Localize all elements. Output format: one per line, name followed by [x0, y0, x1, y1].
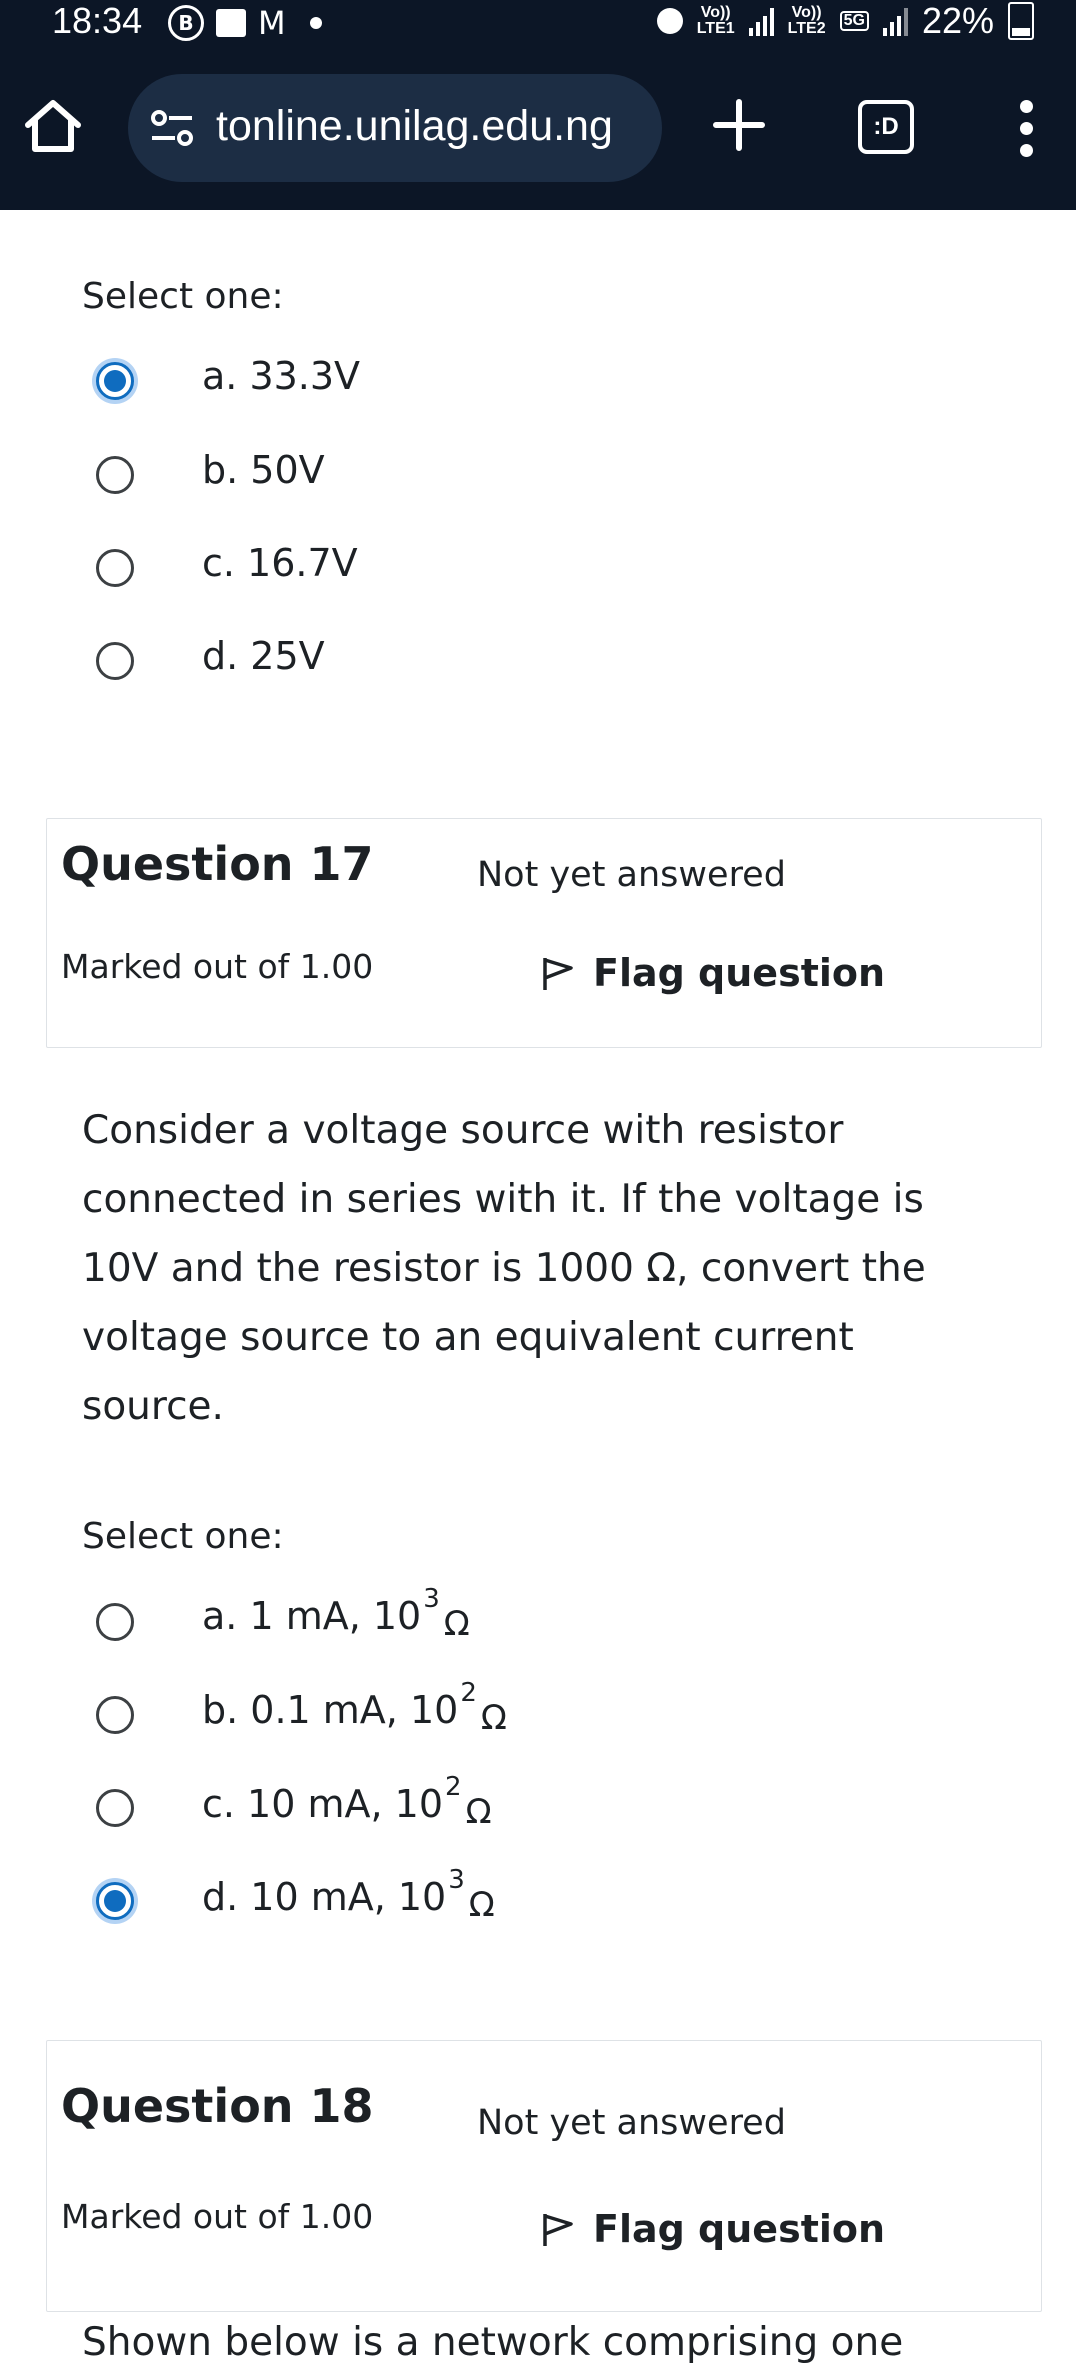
- q17-select-one-label: Select one:: [82, 1516, 284, 1557]
- q17-option-d-text: d. 10 mA, 10: [202, 1875, 447, 1919]
- b-notification-icon: B: [168, 5, 204, 41]
- prev-option-b-radio[interactable]: [96, 456, 134, 494]
- q17-option-c-radio[interactable]: [96, 1789, 134, 1827]
- lte2-label: Vo)) LTE2: [787, 4, 826, 37]
- lte1-label: Vo)) LTE1: [696, 4, 735, 37]
- gallery-notification-icon: [216, 9, 246, 37]
- q17-option-c-text: c. 10 mA, 10: [202, 1782, 444, 1826]
- q17-option-d-radio[interactable]: [96, 1882, 134, 1920]
- more-menu-icon[interactable]: [1010, 100, 1042, 158]
- q17-option-a-radio[interactable]: [96, 1603, 134, 1641]
- q17-option-d-label[interactable]: d. 10 mA, 103Ω: [202, 1865, 495, 1925]
- status-right-icons: Vo)) LTE1 Vo)) LTE2 5G 22%: [656, 0, 1034, 42]
- status-time: 18:34: [52, 0, 143, 41]
- question-17-title: Question 17: [61, 837, 374, 891]
- tab-switcher-button[interactable]: :D: [858, 100, 914, 154]
- question-17-info: Question 17 Not yet answered Marked out …: [46, 818, 1042, 1048]
- q17-option-c-label[interactable]: c. 10 mA, 102Ω: [202, 1772, 492, 1832]
- q17-option-b-label[interactable]: b. 0.1 mA, 102Ω: [202, 1678, 507, 1738]
- flag-question-17-label: Flag question: [593, 951, 886, 995]
- home-icon[interactable]: [22, 95, 84, 157]
- question-18-text: Shown below is a network comprising one: [82, 2320, 904, 2365]
- question-17-text: Consider a voltage source with resistor …: [82, 1108, 926, 1429]
- status-bar: 18:34 B M Vo)) LTE1 Vo)) LTE2 5G 22%: [0, 0, 1076, 44]
- url-text: tonline.unilag.edu.ng: [216, 102, 613, 150]
- q17-option-a-exponent: 3: [423, 1584, 440, 1614]
- battery-icon: [1008, 2, 1034, 40]
- ohm-symbol: Ω: [443, 1604, 470, 1644]
- signal2-icon: [882, 6, 908, 36]
- flag-icon: [543, 958, 573, 990]
- 5g-label: 5G: [839, 11, 869, 31]
- question-18-status: Not yet answered: [477, 2103, 786, 2143]
- flag-question-18-label: Flag question: [593, 2207, 886, 2251]
- flag-icon: [543, 2214, 573, 2246]
- question-17-status: Not yet answered: [477, 855, 786, 895]
- alarm-icon: [656, 8, 683, 34]
- question-18-title: Question 18: [61, 2079, 374, 2133]
- browser-top-bar: 18:34 B M Vo)) LTE1 Vo)) LTE2 5G 22% tonli…: [0, 0, 1076, 210]
- q17-option-a-text: a. 1 mA, 10: [202, 1594, 422, 1638]
- q17-option-a-label[interactable]: a. 1 mA, 103Ω: [202, 1584, 470, 1644]
- gmail-notification-icon: M: [258, 4, 286, 42]
- q17-option-b-radio[interactable]: [96, 1696, 134, 1734]
- prev-select-one-label: Select one:: [82, 276, 284, 317]
- notification-icons: B M: [168, 4, 322, 42]
- ohm-symbol: Ω: [465, 1792, 492, 1832]
- new-tab-icon[interactable]: [712, 98, 766, 152]
- battery-percent: 22%: [921, 0, 994, 41]
- more-notifications-dot-icon: [309, 17, 322, 29]
- prev-option-c-label[interactable]: c. 16.7V: [202, 541, 358, 585]
- prev-option-d-radio[interactable]: [96, 642, 134, 680]
- signal1-icon: [748, 6, 774, 36]
- q17-option-c-exponent: 2: [445, 1772, 462, 1802]
- prev-option-a-label[interactable]: a. 33.3V: [202, 354, 360, 398]
- prev-option-b-label[interactable]: b. 50V: [202, 448, 325, 492]
- q17-option-b-exponent: 2: [460, 1678, 477, 1708]
- prev-option-d-label[interactable]: d. 25V: [202, 634, 325, 678]
- question-18-info: Question 18 Not yet answered Marked out …: [46, 2040, 1042, 2312]
- ohm-symbol: Ω: [468, 1885, 495, 1925]
- q17-option-b-text: b. 0.1 mA, 10: [202, 1688, 459, 1732]
- q17-option-d-exponent: 3: [448, 1865, 465, 1895]
- question-17-marks: Marked out of 1.00: [61, 947, 374, 986]
- question-18-marks: Marked out of 1.00: [61, 2197, 374, 2236]
- flag-question-17-button[interactable]: Flag question: [541, 951, 885, 995]
- ohm-symbol: Ω: [480, 1698, 507, 1738]
- site-settings-icon[interactable]: [150, 108, 194, 148]
- url-bar[interactable]: tonline.unilag.edu.ng: [128, 74, 662, 182]
- prev-option-a-radio[interactable]: [96, 362, 134, 400]
- flag-question-18-button[interactable]: Flag question: [541, 2207, 885, 2251]
- prev-option-c-radio[interactable]: [96, 549, 134, 587]
